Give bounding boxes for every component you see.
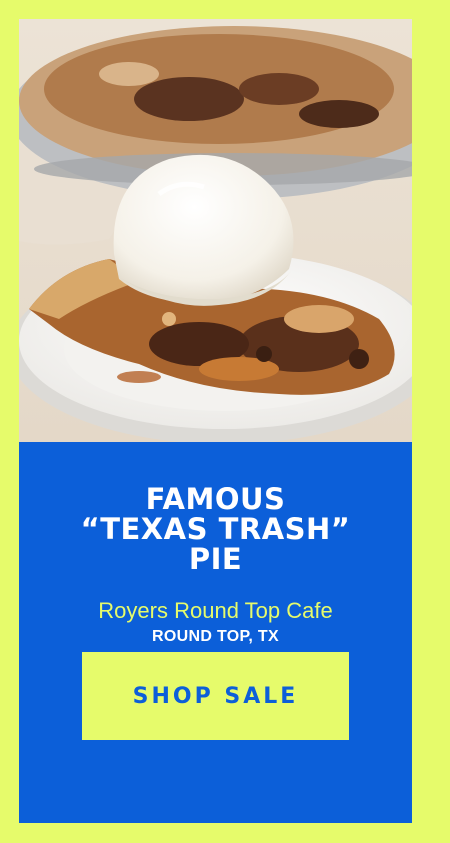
title-line-1: FAMOUS <box>145 482 286 516</box>
vendor-name: Royers Round Top Cafe <box>98 598 333 623</box>
shop-sale-button[interactable]: SHOP SALE <box>82 652 349 740</box>
title-line-3: PIE <box>188 542 243 576</box>
pie-illustration <box>19 19 412 442</box>
pie-photo <box>19 19 412 442</box>
vendor-location: ROUND TOP, TX <box>152 628 279 645</box>
promo-card[interactable]: FAMOUS “TEXAS TRASH” PIE Royers Round To… <box>19 19 412 823</box>
title-line-2: “TEXAS TRASH” <box>80 512 351 546</box>
promo-panel: FAMOUS “TEXAS TRASH” PIE Royers Round To… <box>19 442 412 823</box>
product-title: FAMOUS “TEXAS TRASH” PIE <box>19 484 412 574</box>
